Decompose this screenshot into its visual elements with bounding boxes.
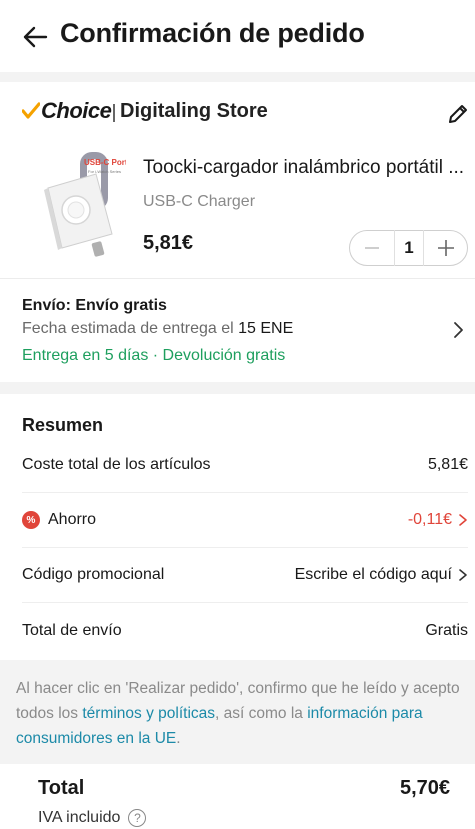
total-value: 5,70€ [400,777,451,799]
vat-label: IVA incluido [38,809,121,826]
product-title[interactable]: Toocki-cargador inalámbrico portátil ... [143,157,473,179]
shipping-title: Envío: Envío gratis [22,297,167,314]
product-image[interactable]: USB-C Port For i-Watch Series [36,150,128,270]
plus-icon [437,240,454,256]
divider [0,278,475,279]
store-separator [113,104,115,122]
summary-label: Coste total de los artículos [22,456,211,473]
shipping-promise: Entrega en 5 días · Devolución gratis [22,347,286,364]
summary-value-wrap: -0,11€ [408,511,468,529]
image-port-label: USB-C Port [84,158,126,167]
row-divider [22,602,468,603]
product-variant: USB-C Charger [143,193,256,210]
summary-row-items-cost: Coste total de los artículos 5,81€ [22,438,468,492]
section-divider [0,72,475,82]
page-title: Confirmación de pedido [60,18,365,48]
total-label: Total [38,777,85,799]
chevron-right-icon [459,569,467,581]
section-divider [0,382,475,394]
edit-pencil-icon[interactable] [446,102,470,126]
summary-value-wrap: Escribe el código aquí [295,566,468,584]
quantity-stepper: 1 [349,230,468,266]
summary-value: -0,11€ [407,511,452,528]
summary-value: 5,81€ [427,456,468,473]
choice-brand: Choice [41,98,112,123]
summary-label: Total de envío [22,622,122,639]
savings-badge-icon: % [22,511,40,529]
delivery-date-prefix: Fecha estimada de entrega el [22,320,234,337]
image-sub-label: For i-Watch Series [88,169,121,174]
summary-row-shipping-total: Total de envío Gratis [22,604,468,658]
summary-row-promo-code[interactable]: Código promocional Escribe el código aqu… [22,548,468,602]
choice-logo: Choice [22,98,112,124]
summary-value: Gratis [425,622,468,639]
choice-check-icon [22,102,40,119]
store-name[interactable]: Digitaling Store [120,100,268,123]
vat-info: IVA incluido ? [38,809,147,827]
notice-text: , así como la [215,705,303,722]
terms-link[interactable]: términos y políticas [82,705,215,722]
summary-label-wrap: % Ahorro [22,511,96,529]
notice-text: . [176,730,181,747]
help-icon[interactable]: ? [128,809,147,827]
chevron-right-icon[interactable] [450,320,466,340]
back-arrow-icon[interactable] [20,22,50,52]
summary-label: Ahorro [48,511,97,528]
terms-notice: Al hacer clic en 'Realizar pedido', conf… [0,660,475,764]
quantity-value[interactable]: 1 [393,230,425,266]
decrease-quantity-button[interactable] [350,230,394,266]
store-row: Choice Digitaling Store [0,92,475,132]
product-price: 5,81€ [143,232,194,254]
summary-row-savings[interactable]: % Ahorro -0,11€ [22,493,468,547]
increase-quantity-button[interactable] [424,230,467,266]
summary-label: Código promocional [22,566,165,583]
delivery-date-value: 15 ENE [238,320,294,337]
header: Confirmación de pedido [0,0,475,72]
chevron-right-icon [459,514,467,526]
summary-title: Resumen [22,415,104,435]
minus-icon [364,247,379,249]
promo-code-input[interactable]: Escribe el código aquí [295,566,452,584]
delivery-date[interactable]: Fecha estimada de entrega el 15 ENE [22,320,293,338]
